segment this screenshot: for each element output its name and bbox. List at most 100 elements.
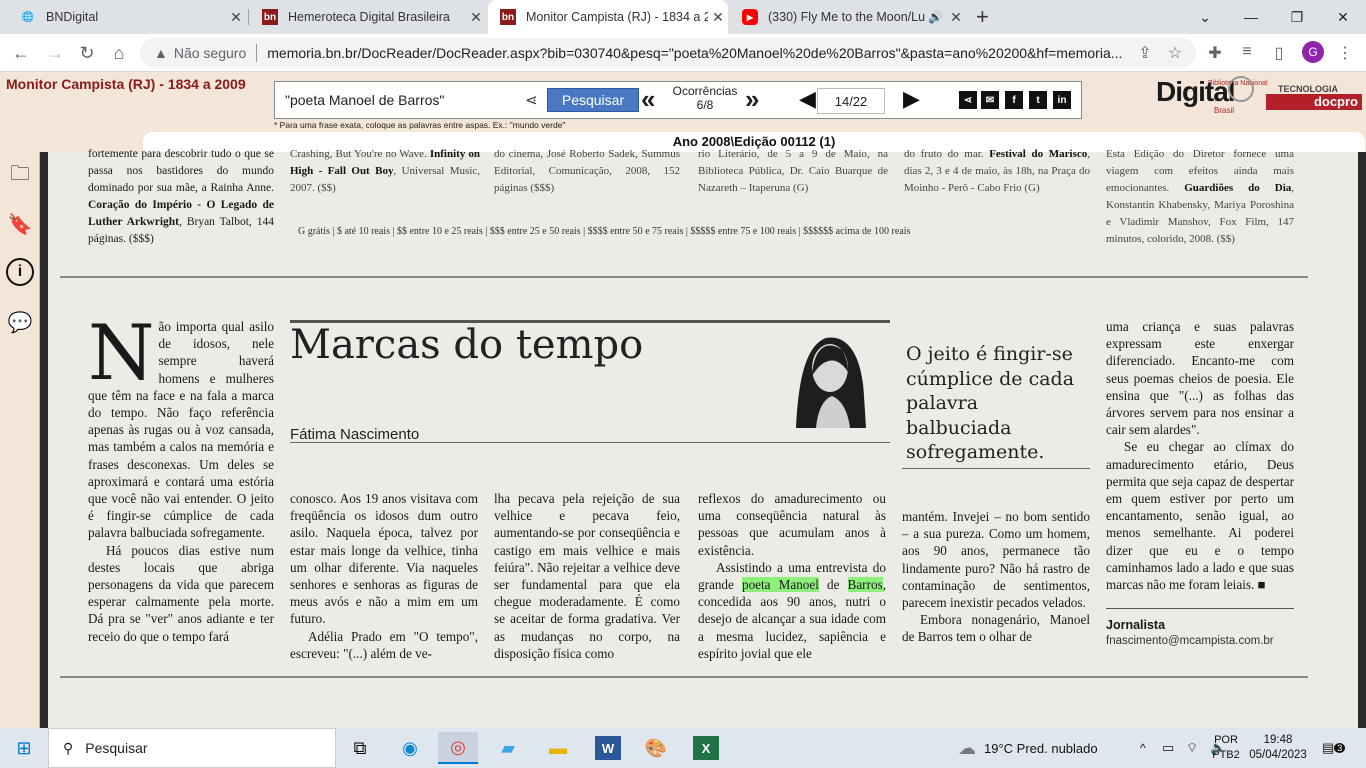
- media-control-icon[interactable]: ≡: [1236, 43, 1258, 61]
- task-view-icon[interactable]: ⧉: [340, 732, 380, 764]
- menu-icon[interactable]: ⋮: [1334, 43, 1356, 63]
- speaker-icon[interactable]: 🔊: [928, 10, 946, 24]
- search-highlight: Barros: [847, 577, 883, 593]
- close-tab-icon[interactable]: ✕: [226, 9, 246, 26]
- article-column-6: uma criança e suas palavras expressam es…: [1106, 319, 1294, 593]
- forward-button[interactable]: →: [42, 41, 68, 65]
- article-column-5: mantém. Invejei – no bom sentido – a sua…: [902, 509, 1090, 645]
- next-occurrence-icon[interactable]: »: [745, 84, 759, 115]
- home-button[interactable]: ⌂: [106, 41, 132, 65]
- twitter-icon[interactable]: t: [1029, 91, 1047, 109]
- comment-icon[interactable]: 💬: [4, 306, 36, 338]
- omnibox[interactable]: ▲ Não seguro memoria.bn.br/DocReader/Doc…: [140, 38, 1196, 68]
- pull-quote: O jeito é fingir-se cúmplice de cada pal…: [906, 343, 1075, 463]
- linkedin-icon[interactable]: in: [1053, 91, 1071, 109]
- address-toolbar: ← → ↻ ⌂ ▲ Não seguro memoria.bn.br/DocRe…: [0, 34, 1366, 72]
- price-legend: G grátis | $ até 10 reais | $$ entre 10 …: [298, 226, 911, 237]
- chrome-icon[interactable]: ◎: [438, 732, 478, 764]
- notes-app-icon[interactable]: ▰: [488, 732, 528, 764]
- share-icon[interactable]: ⋖: [959, 91, 977, 109]
- bndigital-logo: Digital: [1156, 76, 1236, 107]
- maximize-button[interactable]: ❐: [1274, 0, 1320, 34]
- article-column-4: reflexos do amadurecimento ou uma conseq…: [698, 491, 886, 661]
- bn-icon: bn: [262, 9, 278, 25]
- taskbar-search[interactable]: ⚲ Pesquisar: [48, 728, 336, 768]
- folder-icon[interactable]: 🗀: [4, 160, 36, 192]
- article-column-3: lha pecava pela rejeição de sua velhice …: [494, 491, 680, 661]
- next-page-icon[interactable]: ▶: [903, 86, 920, 112]
- excel-icon[interactable]: X: [693, 736, 719, 760]
- paint-icon[interactable]: 🎨: [636, 732, 676, 764]
- author-email: fnascimento@mcampista.com.br: [1106, 635, 1274, 647]
- author-photo: [796, 337, 866, 428]
- browser-tab-bar: 🌐 BNDigital ✕ bn Hemeroteca Digital Bras…: [0, 0, 1366, 34]
- tray-chevron-icon[interactable]: ^: [1140, 728, 1146, 768]
- search-hint: * Para uma frase exata, coloque as palav…: [274, 120, 566, 130]
- extensions-icon[interactable]: ✚: [1204, 43, 1226, 63]
- docpro-logo: docpro: [1266, 94, 1362, 110]
- viewer-sidebar: 🗀 🔖 i 💬: [0, 152, 40, 728]
- battery-icon[interactable]: ▭: [1162, 728, 1174, 768]
- top-column-2: Crashing, But You're no Wave. Infinity o…: [290, 148, 480, 194]
- top-column-1: fortemente para descobrir tudo o que se …: [88, 148, 274, 245]
- search-toolbar: ⋖ Pesquisar « Ocorrências 6/8 » ◀ 14/22 …: [274, 81, 1082, 119]
- profile-avatar[interactable]: G: [1302, 41, 1324, 63]
- url-text[interactable]: memoria.bn.br/DocReader/DocReader.aspx?b…: [267, 45, 1127, 61]
- file-explorer-icon[interactable]: ▬: [538, 732, 578, 764]
- bookmark-star-icon[interactable]: ☆: [1164, 43, 1186, 63]
- email-icon[interactable]: ✉: [981, 91, 999, 109]
- share-page-icon[interactable]: ⇪: [1134, 43, 1156, 63]
- author-name: Fátima Nascimento: [290, 426, 420, 443]
- logo-tecnologia: TECNOLOGIA: [1278, 84, 1338, 94]
- previous-page-icon[interactable]: ◀: [799, 86, 816, 112]
- close-tab-icon[interactable]: ✕: [708, 9, 728, 26]
- share-icon[interactable]: ⋖: [525, 91, 538, 109]
- not-secure-label[interactable]: Não seguro: [174, 45, 246, 61]
- tab-hemeroteca[interactable]: bn Hemeroteca Digital Brasileira ✕: [250, 0, 486, 34]
- search-input[interactable]: [281, 86, 549, 114]
- youtube-icon: ▶: [742, 9, 758, 25]
- author-role: Jornalista: [1106, 618, 1166, 632]
- word-icon[interactable]: W: [595, 736, 621, 760]
- side-panel-icon[interactable]: ▯: [1268, 43, 1290, 63]
- search-button[interactable]: Pesquisar: [547, 88, 639, 112]
- clock[interactable]: 19:48 05/04/2023: [1246, 728, 1310, 768]
- windows-taskbar: ⊞ ⚲ Pesquisar ⧉ ◉ ◎ ▰ ▬ W 🎨 X ☁ 19°C Pre…: [0, 728, 1366, 768]
- tab-bndigital[interactable]: 🌐 BNDigital ✕: [8, 0, 246, 34]
- article-column-2: conosco. Aos 19 anos visitava com freqüê…: [290, 491, 478, 661]
- bookmark-icon[interactable]: 🔖: [4, 208, 36, 240]
- close-tab-icon[interactable]: ✕: [946, 9, 966, 26]
- page-title: Monitor Campista (RJ) - 1834 a 2009: [6, 76, 246, 92]
- new-tab-button[interactable]: +: [976, 4, 989, 30]
- reload-button[interactable]: ↻: [74, 41, 100, 65]
- occurrences: Ocorrências 6/8: [672, 84, 738, 112]
- search-highlight: poeta Manoel: [741, 577, 819, 593]
- warning-icon: ▲: [154, 45, 168, 61]
- close-tab-icon[interactable]: ✕: [466, 9, 486, 26]
- info-icon[interactable]: i: [6, 258, 34, 286]
- article-column-1: Não importa qual asilo de idosos, nele s…: [88, 308, 274, 644]
- facebook-icon[interactable]: f: [1005, 91, 1023, 109]
- tab-search-icon[interactable]: ⌄: [1182, 0, 1228, 34]
- top-column-3: do cinema, José Roberto Sadek, Summus Ed…: [494, 148, 680, 194]
- windows-start-icon[interactable]: ⊞: [4, 732, 44, 764]
- tab-youtube[interactable]: ▶ (330) Fly Me to the Moon/Lu 🔊 ✕: [730, 0, 966, 34]
- tab-monitor-campista[interactable]: bn Monitor Campista (RJ) - 1834 a 2 ✕: [488, 0, 728, 34]
- weather-widget[interactable]: ☁ 19°C Pred. nublado: [958, 728, 1098, 768]
- search-icon: ⚲: [63, 739, 74, 756]
- cloud-icon: ☁: [958, 737, 976, 758]
- previous-occurrence-icon[interactable]: «: [641, 84, 655, 115]
- edge-icon[interactable]: ◉: [390, 732, 430, 764]
- back-button[interactable]: ←: [8, 41, 34, 65]
- notifications-icon[interactable]: ▤ 3: [1322, 728, 1346, 768]
- globe-icon: 🌐: [21, 11, 35, 23]
- wifi-icon[interactable]: ⌔: [1186, 728, 1198, 768]
- page-number-box[interactable]: 14/22: [817, 88, 885, 114]
- top-column-5: do fruto do mar. Festival do Marisco, di…: [904, 148, 1090, 194]
- logo-brasil: Brasil: [1214, 106, 1235, 115]
- language-indicator[interactable]: POR PTB2: [1212, 728, 1240, 768]
- headline: Marcas do tempo: [290, 322, 644, 368]
- top-column-6: Esta Edição do Diretor fornece uma viage…: [1106, 148, 1294, 245]
- close-window-button[interactable]: ✕: [1320, 0, 1366, 34]
- minimize-button[interactable]: —: [1228, 0, 1274, 34]
